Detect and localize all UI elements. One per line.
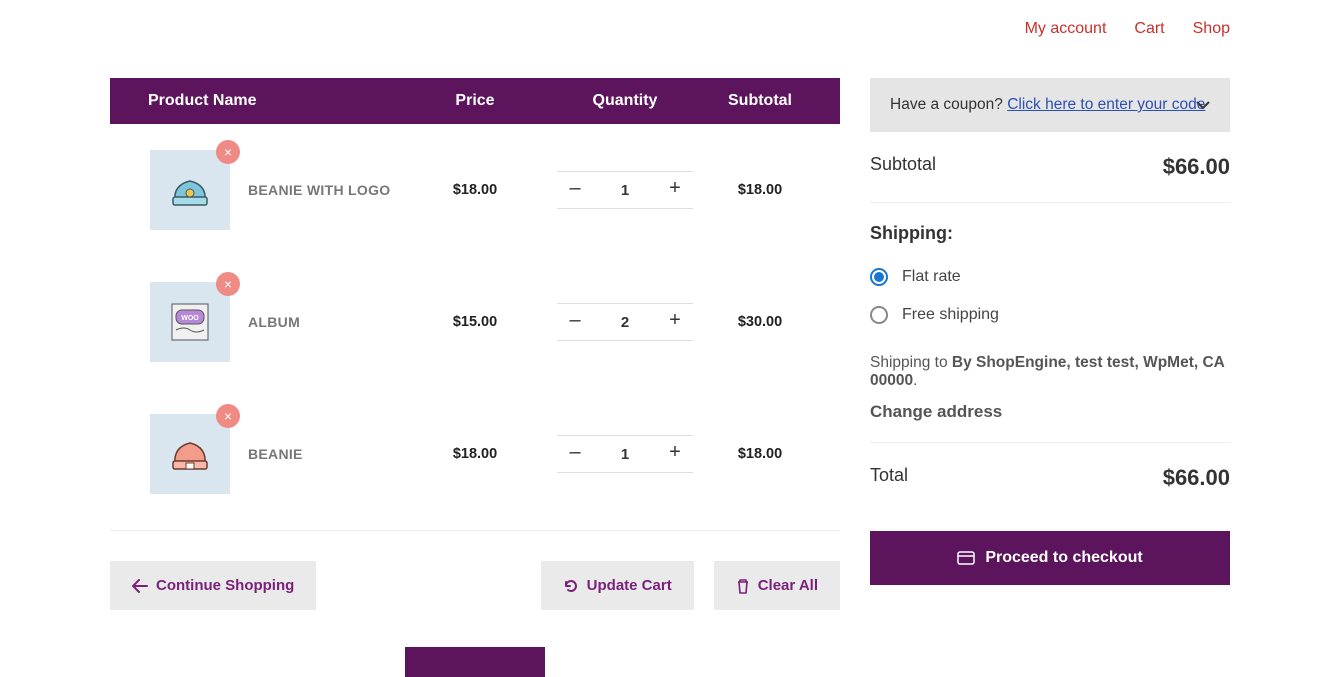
qty-increase-button[interactable]: +	[657, 172, 693, 208]
coupon-question: Have a coupon?	[890, 96, 1007, 113]
qty-decrease-button[interactable]: –	[557, 436, 593, 472]
radio-selected-icon	[870, 268, 888, 286]
arrow-left-icon	[132, 579, 148, 593]
coupon-link[interactable]: Click here to enter your code	[1007, 96, 1205, 113]
svg-text:WOO: WOO	[181, 315, 199, 322]
radio-icon	[870, 306, 888, 324]
shipping-option-flat[interactable]: Flat rate	[870, 268, 1230, 286]
cart-table-header: Product Name Price Quantity Subtotal	[110, 78, 840, 124]
clear-all-label: Clear All	[758, 577, 818, 594]
remove-item-button[interactable]: ×	[216, 140, 240, 164]
shipping-option-free[interactable]: Free shipping	[870, 306, 1230, 324]
top-nav: My account Cart Shop	[1025, 20, 1230, 38]
subtotal-row: Subtotal $66.00	[870, 132, 1230, 203]
shipping-flat-label: Flat rate	[902, 268, 961, 286]
total-value: $66.00	[1163, 465, 1230, 491]
qty-value[interactable]: 2	[593, 314, 657, 331]
cart-row: × BEANIE WITH LOGO $18.00 – 1 + $18.00	[110, 124, 840, 256]
cart-row: WOO × ALBUM $15.00 – 2 + $30.00	[110, 256, 840, 388]
product-price: $15.00	[400, 314, 550, 330]
cart-row: × BEANIE $18.00 – 1 + $18.00	[110, 388, 840, 520]
product-thumbnail: ×	[150, 150, 230, 230]
trash-icon	[736, 578, 750, 594]
product-subtotal: $18.00	[700, 446, 820, 462]
qty-increase-button[interactable]: +	[657, 436, 693, 472]
header-quantity: Quantity	[550, 92, 700, 110]
divider	[110, 530, 840, 531]
qty-decrease-button[interactable]: –	[557, 172, 593, 208]
header-price: Price	[400, 92, 550, 110]
continue-shopping-button[interactable]: Continue Shopping	[110, 561, 316, 610]
remove-item-button[interactable]: ×	[216, 272, 240, 296]
total-label: Total	[870, 465, 908, 491]
shipping-title: Shipping:	[870, 223, 1230, 244]
product-thumbnail: ×	[150, 414, 230, 494]
beanie-logo-icon	[167, 167, 213, 213]
nav-account[interactable]: My account	[1025, 20, 1107, 38]
subtotal-label: Subtotal	[870, 154, 936, 180]
shipping-free-label: Free shipping	[902, 306, 999, 324]
continue-shopping-label: Continue Shopping	[156, 577, 294, 594]
update-cart-label: Update Cart	[587, 577, 672, 594]
quantity-stepper: – 2 +	[557, 303, 693, 341]
product-name: ALBUM	[248, 314, 300, 330]
qty-decrease-button[interactable]: –	[557, 304, 593, 340]
subtotal-value: $66.00	[1163, 154, 1230, 180]
qty-value[interactable]: 1	[593, 182, 657, 199]
remove-item-button[interactable]: ×	[216, 404, 240, 428]
clear-all-button[interactable]: Clear All	[714, 561, 840, 610]
product-price: $18.00	[400, 182, 550, 198]
product-subtotal: $18.00	[700, 182, 820, 198]
header-product: Product Name	[110, 92, 400, 110]
product-price: $18.00	[400, 446, 550, 462]
ship-to-prefix: Shipping to	[870, 354, 952, 371]
chevron-down-icon	[1196, 100, 1210, 110]
qty-increase-button[interactable]: +	[657, 304, 693, 340]
header-subtotal: Subtotal	[700, 92, 820, 110]
shipping-section: Shipping: Flat rate Free shipping Shippi…	[870, 203, 1230, 443]
product-name: BEANIE	[248, 446, 303, 462]
quantity-stepper: – 1 +	[557, 435, 693, 473]
product-thumbnail: WOO ×	[150, 282, 230, 362]
checkout-label: Proceed to checkout	[985, 549, 1142, 567]
nav-cart[interactable]: Cart	[1134, 20, 1164, 38]
beanie-icon	[167, 431, 213, 477]
refresh-icon	[563, 578, 579, 594]
product-subtotal: $30.00	[700, 314, 820, 330]
album-icon: WOO	[164, 296, 216, 348]
update-cart-button[interactable]: Update Cart	[541, 561, 694, 610]
proceed-checkout-button[interactable]: Proceed to checkout	[870, 531, 1230, 585]
nav-shop[interactable]: Shop	[1193, 20, 1230, 38]
quantity-stepper: – 1 +	[557, 171, 693, 209]
change-address-link[interactable]: Change address	[870, 402, 1230, 422]
card-icon	[957, 549, 975, 567]
shipping-destination: Shipping to By ShopEngine, test test, Wp…	[870, 354, 1230, 390]
total-row: Total $66.00	[870, 443, 1230, 513]
qty-value[interactable]: 1	[593, 446, 657, 463]
coupon-toggle[interactable]: Have a coupon? Click here to enter your …	[870, 78, 1230, 132]
product-name: BEANIE WITH LOGO	[248, 182, 390, 198]
